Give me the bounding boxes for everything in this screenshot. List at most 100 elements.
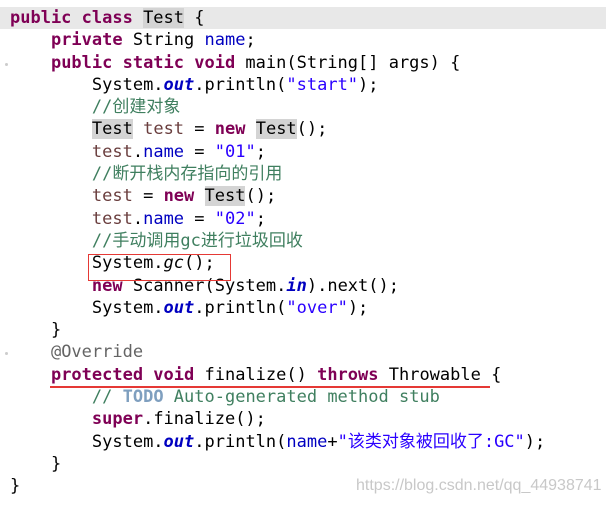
code-token: in: [286, 275, 307, 296]
code-token: ();: [296, 119, 328, 140]
code-token: name: [286, 431, 328, 452]
code-token: ).next();: [306, 275, 399, 296]
code-line[interactable]: @Override: [10, 341, 606, 363]
code-line[interactable]: Test test = new Test();: [10, 118, 606, 140]
code-line[interactable]: private String name;: [10, 29, 606, 51]
code-line[interactable]: //创建对象: [10, 96, 606, 118]
code-line[interactable]: System.out.println("over");: [10, 297, 606, 319]
highlight-box-gc-call: [88, 254, 231, 281]
code-token: System.: [91, 431, 164, 452]
code-token: Test: [204, 186, 246, 207]
code-token: Test: [91, 119, 133, 140]
code-token: //断开栈内存指向的引用: [91, 164, 283, 185]
code-token: +: [327, 431, 338, 452]
code-token: test: [91, 186, 133, 207]
code-token: name: [143, 208, 185, 229]
code-token: }: [50, 320, 62, 341]
fold-marker[interactable]: [5, 63, 8, 66]
code-token: "01": [214, 141, 256, 162]
code-token: TODO: [122, 387, 164, 408]
code-token: super: [91, 409, 144, 430]
code-token: ;: [245, 30, 256, 51]
code-token: );: [358, 74, 379, 95]
code-token: out: [163, 431, 195, 452]
code-token: //创建对象: [91, 97, 181, 118]
code-token: public class: [10, 8, 144, 28]
code-line[interactable]: //断开栈内存指向的引用: [10, 163, 606, 185]
code-token: test: [91, 141, 133, 162]
code-token: new: [163, 186, 205, 207]
code-token: "over": [286, 297, 348, 318]
code-token: Test: [255, 119, 297, 140]
code-token: //: [91, 387, 123, 408]
code-token: "start": [286, 74, 359, 95]
code-token: private: [50, 30, 133, 51]
code-token: .: [132, 208, 144, 229]
code-token: Throwable {: [388, 364, 502, 385]
code-line[interactable]: public class Test {: [0, 7, 606, 30]
code-token: .finalize();: [143, 409, 266, 430]
code-token: =: [184, 119, 215, 140]
code-line[interactable]: test = new Test();: [10, 185, 606, 207]
code-token: String: [132, 30, 205, 51]
code-token: name: [204, 30, 246, 51]
code-line[interactable]: // TODO Auto-generated method stub: [10, 386, 606, 408]
code-line[interactable]: System.out.println("start");: [10, 74, 606, 96]
code-token: .: [132, 141, 144, 162]
code-line[interactable]: //手动调用gc进行垃圾回收: [10, 230, 606, 252]
code-token: .println(: [194, 431, 287, 452]
code-token: @Override: [50, 342, 144, 363]
code-line[interactable]: System.out.println(name+"该类对象被回收了:GC");: [10, 431, 606, 453]
code-token: Auto-generated method stub: [163, 387, 440, 408]
watermark: https://blog.csdn.net/qq_44938741: [356, 477, 602, 494]
code-token: }: [10, 476, 21, 497]
code-token: );: [347, 297, 369, 318]
code-token: {: [184, 8, 205, 28]
code-line[interactable]: public static void main(String[] args) {: [10, 52, 606, 74]
code-token: =: [132, 186, 164, 207]
code-token: =: [184, 208, 215, 229]
code-token: .println(: [194, 297, 287, 318]
code-token: public static void: [50, 52, 246, 73]
code-token: test: [143, 119, 185, 140]
highlight-underline-finalize: [50, 386, 490, 388]
code-line[interactable]: test.name = "02";: [10, 208, 606, 230]
code-token: Test: [143, 8, 185, 28]
code-line[interactable]: super.finalize();: [10, 408, 606, 430]
code-line[interactable]: }: [10, 319, 606, 341]
fold-marker[interactable]: [5, 352, 8, 355]
code-token: }: [50, 453, 62, 474]
code-token: name: [143, 141, 185, 162]
code-token: ;: [255, 141, 266, 162]
code-token: //手动调用gc进行垃圾回收: [91, 230, 303, 251]
code-editor[interactable]: public class Test { private String name;…: [0, 7, 606, 498]
code-line[interactable]: test.name = "01";: [10, 141, 606, 163]
code-line[interactable]: protected void finalize() throws Throwab…: [10, 364, 606, 386]
code-token: =: [184, 141, 215, 162]
code-token: out: [163, 74, 195, 95]
code-token: ;: [255, 208, 266, 229]
code-token: throws: [317, 364, 389, 385]
code-token: System.: [91, 297, 164, 318]
code-line[interactable]: }: [10, 453, 606, 475]
code-token: );: [524, 431, 546, 452]
code-token: "该类对象被回收了:GC": [337, 431, 525, 452]
